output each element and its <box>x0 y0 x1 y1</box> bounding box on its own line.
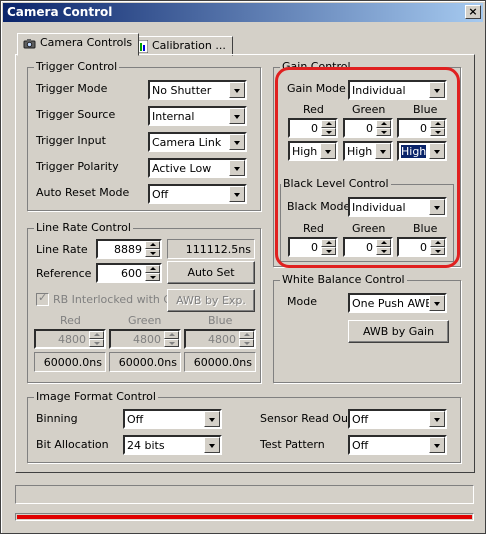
trigger-polarity-value: Active Low <box>152 162 212 175</box>
spin-up-icon[interactable] <box>89 331 104 339</box>
spin-up-icon[interactable] <box>164 331 179 339</box>
auto-reset-label: Auto Reset Mode <box>36 186 130 199</box>
spin-down-icon[interactable] <box>145 273 160 281</box>
line-blue-value: 4800 <box>208 333 236 346</box>
camera-control-window: Camera Control × Calibration ... Camera … <box>0 0 486 534</box>
trigger-polarity-select[interactable]: Active Low <box>148 158 247 178</box>
awb-by-exp-button[interactable]: AWB by Exp. <box>167 289 255 312</box>
tab-camera-controls[interactable]: Camera Controls <box>17 33 140 56</box>
spin-down-icon[interactable] <box>145 249 160 257</box>
trigger-source-select[interactable]: Internal <box>148 106 247 126</box>
chevron-down-icon[interactable] <box>204 437 220 453</box>
chevron-down-icon[interactable] <box>229 186 245 202</box>
wb-mode-value: One Push AWB <box>352 297 433 310</box>
awb-by-gain-button[interactable]: AWB by Gain <box>348 320 449 343</box>
tab-calibration-label: Calibration ... <box>152 39 226 52</box>
line-green-spinner[interactable]: 4800 <box>109 329 181 349</box>
bit-allocation-select[interactable]: 24 bits <box>123 435 222 455</box>
line-rate-label: Line Rate <box>36 243 88 256</box>
auto-set-button[interactable]: Auto Set <box>167 261 255 284</box>
reference-value: 600 <box>121 267 142 280</box>
spin-up-icon[interactable] <box>145 265 160 273</box>
test-pattern-value: Off <box>352 439 369 452</box>
chevron-down-icon[interactable] <box>429 411 445 427</box>
chevron-down-icon[interactable] <box>429 437 445 453</box>
spin-up-icon[interactable] <box>145 241 160 249</box>
image-format-legend: Image Format Control <box>34 390 158 403</box>
line-blue-time: 60000.0ns <box>184 352 256 372</box>
sensor-readout-value: Off <box>352 413 369 426</box>
chevron-down-icon[interactable] <box>229 134 245 150</box>
camera-icon <box>23 39 36 49</box>
status-bar <box>15 485 474 504</box>
sensor-readout-select[interactable]: Off <box>348 409 447 429</box>
binning-label: Binning <box>36 412 78 425</box>
line-red-label: Red <box>60 314 81 327</box>
test-pattern-label: Test Pattern <box>260 438 325 451</box>
binning-select[interactable]: Off <box>123 409 222 429</box>
line-green-label: Green <box>128 314 162 327</box>
trigger-control-legend: Trigger Control <box>34 60 120 73</box>
window-title: Camera Control <box>7 5 113 19</box>
line-red-time: 60000.0ns <box>34 352 106 372</box>
trigger-mode-value: No Shutter <box>152 84 212 97</box>
line-rate-legend: Line Rate Control <box>34 221 133 234</box>
progress-bar <box>15 513 474 521</box>
test-pattern-select[interactable]: Off <box>348 435 447 455</box>
line-blue-spinner[interactable]: 4800 <box>184 329 256 349</box>
tab-camera-controls-label: Camera Controls <box>40 36 133 49</box>
reference-label: Reference <box>36 267 92 280</box>
rb-interlock-checkbox[interactable] <box>36 291 49 306</box>
chevron-down-icon[interactable] <box>229 108 245 124</box>
chevron-down-icon[interactable] <box>429 295 445 311</box>
spin-up-icon[interactable] <box>239 331 254 339</box>
trigger-mode-select[interactable]: No Shutter <box>148 80 247 100</box>
trigger-polarity-label: Trigger Polarity <box>36 160 119 173</box>
trigger-input-value: Camera Link <box>152 136 222 149</box>
spin-down-icon[interactable] <box>164 339 179 347</box>
spin-down-icon[interactable] <box>89 339 104 347</box>
chevron-down-icon[interactable] <box>229 160 245 176</box>
title-bar[interactable]: Camera Control × <box>3 3 483 22</box>
trigger-mode-label: Trigger Mode <box>36 82 108 95</box>
chevron-down-icon[interactable] <box>204 411 220 427</box>
binning-value: Off <box>127 413 144 426</box>
white-balance-legend: White Balance Control <box>280 273 407 286</box>
sensor-readout-label: Sensor Read Out <box>260 412 353 425</box>
wb-mode-label: Mode <box>287 295 317 308</box>
chevron-down-icon[interactable] <box>229 82 245 98</box>
line-red-value: 4800 <box>58 333 86 346</box>
reference-spinner[interactable]: 600 <box>96 263 162 283</box>
line-red-spinner[interactable]: 4800 <box>34 329 106 349</box>
line-rate-value: 8889 <box>114 243 142 256</box>
line-rate-spinner[interactable]: 8889 <box>96 239 162 259</box>
bit-allocation-label: Bit Allocation <box>36 438 109 451</box>
trigger-source-value: Internal <box>152 110 195 123</box>
wb-mode-select[interactable]: One Push AWB <box>348 293 447 313</box>
bit-allocation-value: 24 bits <box>127 439 165 452</box>
line-green-value: 4800 <box>133 333 161 346</box>
progress-fill <box>17 515 472 519</box>
spin-down-icon[interactable] <box>239 339 254 347</box>
annotation-highlight <box>275 67 460 268</box>
line-blue-label: Blue <box>208 314 233 327</box>
trigger-input-select[interactable]: Camera Link <box>148 132 247 152</box>
auto-reset-select[interactable]: Off <box>148 184 247 204</box>
line-green-time: 60000.0ns <box>109 352 181 372</box>
rb-interlock-label: RB Interlocked with G <box>53 293 172 306</box>
auto-reset-value: Off <box>152 188 169 201</box>
trigger-input-label: Trigger Input <box>36 134 106 147</box>
line-rate-readout: 111112.5ns <box>167 239 255 259</box>
close-button[interactable]: × <box>465 5 481 19</box>
trigger-source-label: Trigger Source <box>36 108 116 121</box>
tab-calibration[interactable]: Calibration ... <box>129 36 233 56</box>
